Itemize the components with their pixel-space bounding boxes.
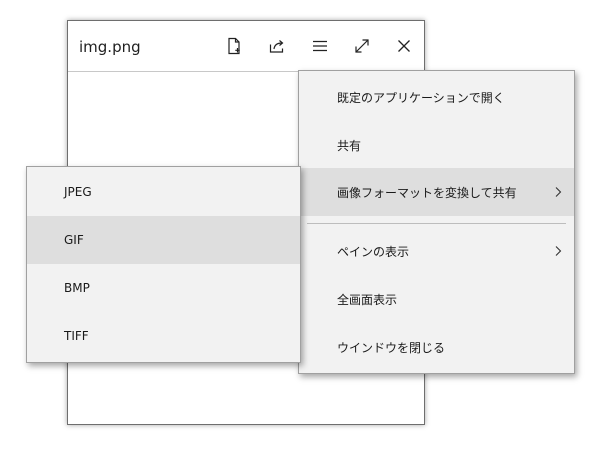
menu-item-close-window[interactable]: ウインドウを閉じる [299,323,574,371]
menu-item-label: 共有 [337,138,362,153]
menu-item-label: 既定のアプリケーションで開く [337,90,505,105]
submenu-item-tiff[interactable]: TIFF [27,312,300,360]
menu-item-open-with-default-app[interactable]: 既定のアプリケーションで開く [299,73,574,121]
menu-item-show-pane[interactable]: ペインの表示 [299,227,574,275]
submenu-item-label: JPEG [64,185,92,199]
menu-item-convert-format-and-share[interactable]: 画像フォーマットを変換して共有 [299,168,574,216]
format-submenu: JPEG GIF BMP TIFF [26,166,301,363]
title-bar: img.png [68,21,424,72]
close-icon[interactable] [394,36,414,56]
chevron-right-icon [552,245,564,257]
submenu-item-label: GIF [64,233,84,247]
context-menu: 既定のアプリケーションで開く 共有 画像フォーマットを変換して共有 ペインの表示… [298,70,575,374]
submenu-item-gif[interactable]: GIF [27,216,300,264]
menu-item-label: ペインの表示 [337,244,410,259]
menu-item-share[interactable]: 共有 [299,121,574,169]
desktop-stage: img.png 既定のアプリケーションで開く 共有 画像フォーマットを変換して共… [0,0,598,452]
submenu-item-jpeg[interactable]: JPEG [27,168,300,216]
menu-item-label: 画像フォーマットを変換して共有 [337,185,517,200]
hamburger-menu-icon[interactable] [310,36,330,56]
menu-separator [307,223,566,224]
submenu-item-label: BMP [64,281,90,295]
menu-item-label: ウインドウを閉じる [337,340,446,355]
menu-item-fullscreen[interactable]: 全画面表示 [299,275,574,323]
submenu-item-label: TIFF [64,329,89,343]
window-title: img.png [79,38,141,56]
expand-icon[interactable] [352,36,372,56]
submenu-item-bmp[interactable]: BMP [27,264,300,312]
chevron-right-icon [552,186,564,198]
share-icon[interactable] [267,36,287,56]
menu-item-label: 全画面表示 [337,292,398,307]
new-document-icon[interactable] [224,36,244,56]
